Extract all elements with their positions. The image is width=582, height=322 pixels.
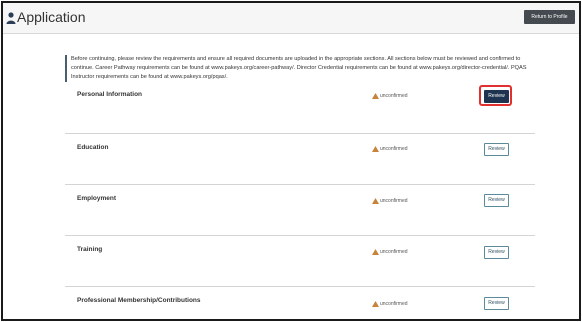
status-text: unconfirmed — [380, 146, 408, 152]
review-button-education[interactable]: Review — [484, 143, 509, 156]
application-window: Application Return to Profile Before con… — [1, 1, 581, 321]
requirements-notice: Before continuing, please review the req… — [65, 55, 537, 82]
review-button-professional-membership[interactable]: Review — [484, 297, 509, 310]
section-education: Education unconfirmed Review — [65, 134, 535, 185]
page-header: Application Return to Profile — [3, 3, 579, 34]
review-button-training[interactable]: Review — [484, 246, 509, 259]
warning-icon — [372, 248, 379, 255]
status-badge: unconfirmed — [372, 300, 408, 308]
status-text: unconfirmed — [380, 198, 408, 204]
status-text: unconfirmed — [380, 93, 408, 99]
section-title: Training — [77, 246, 103, 253]
section-employment: Employment unconfirmed Review — [65, 185, 535, 236]
section-title: Employment — [77, 195, 117, 202]
review-button-personal-information[interactable]: Review — [484, 90, 509, 103]
section-professional-membership: Professional Membership/Contributions un… — [65, 287, 535, 319]
section-training: Training unconfirmed Review — [65, 236, 535, 287]
warning-icon — [372, 300, 379, 307]
status-badge: unconfirmed — [372, 145, 408, 153]
status-text: unconfirmed — [380, 301, 408, 307]
person-icon — [6, 12, 16, 24]
status-text: unconfirmed — [380, 249, 408, 255]
page-title: Application — [17, 9, 86, 25]
status-badge: unconfirmed — [372, 197, 408, 205]
return-to-profile-button[interactable]: Return to Profile — [524, 10, 575, 24]
warning-icon — [372, 197, 379, 204]
warning-icon — [372, 145, 379, 152]
status-badge: unconfirmed — [372, 92, 408, 100]
section-title: Education — [77, 144, 109, 151]
status-badge: unconfirmed — [372, 248, 408, 256]
section-personal-information: Personal Information unconfirmed Review — [65, 83, 535, 134]
warning-icon — [372, 92, 379, 99]
review-button-employment[interactable]: Review — [484, 194, 509, 207]
section-title: Personal Information — [77, 91, 143, 98]
section-title: Professional Membership/Contributions — [77, 297, 201, 304]
